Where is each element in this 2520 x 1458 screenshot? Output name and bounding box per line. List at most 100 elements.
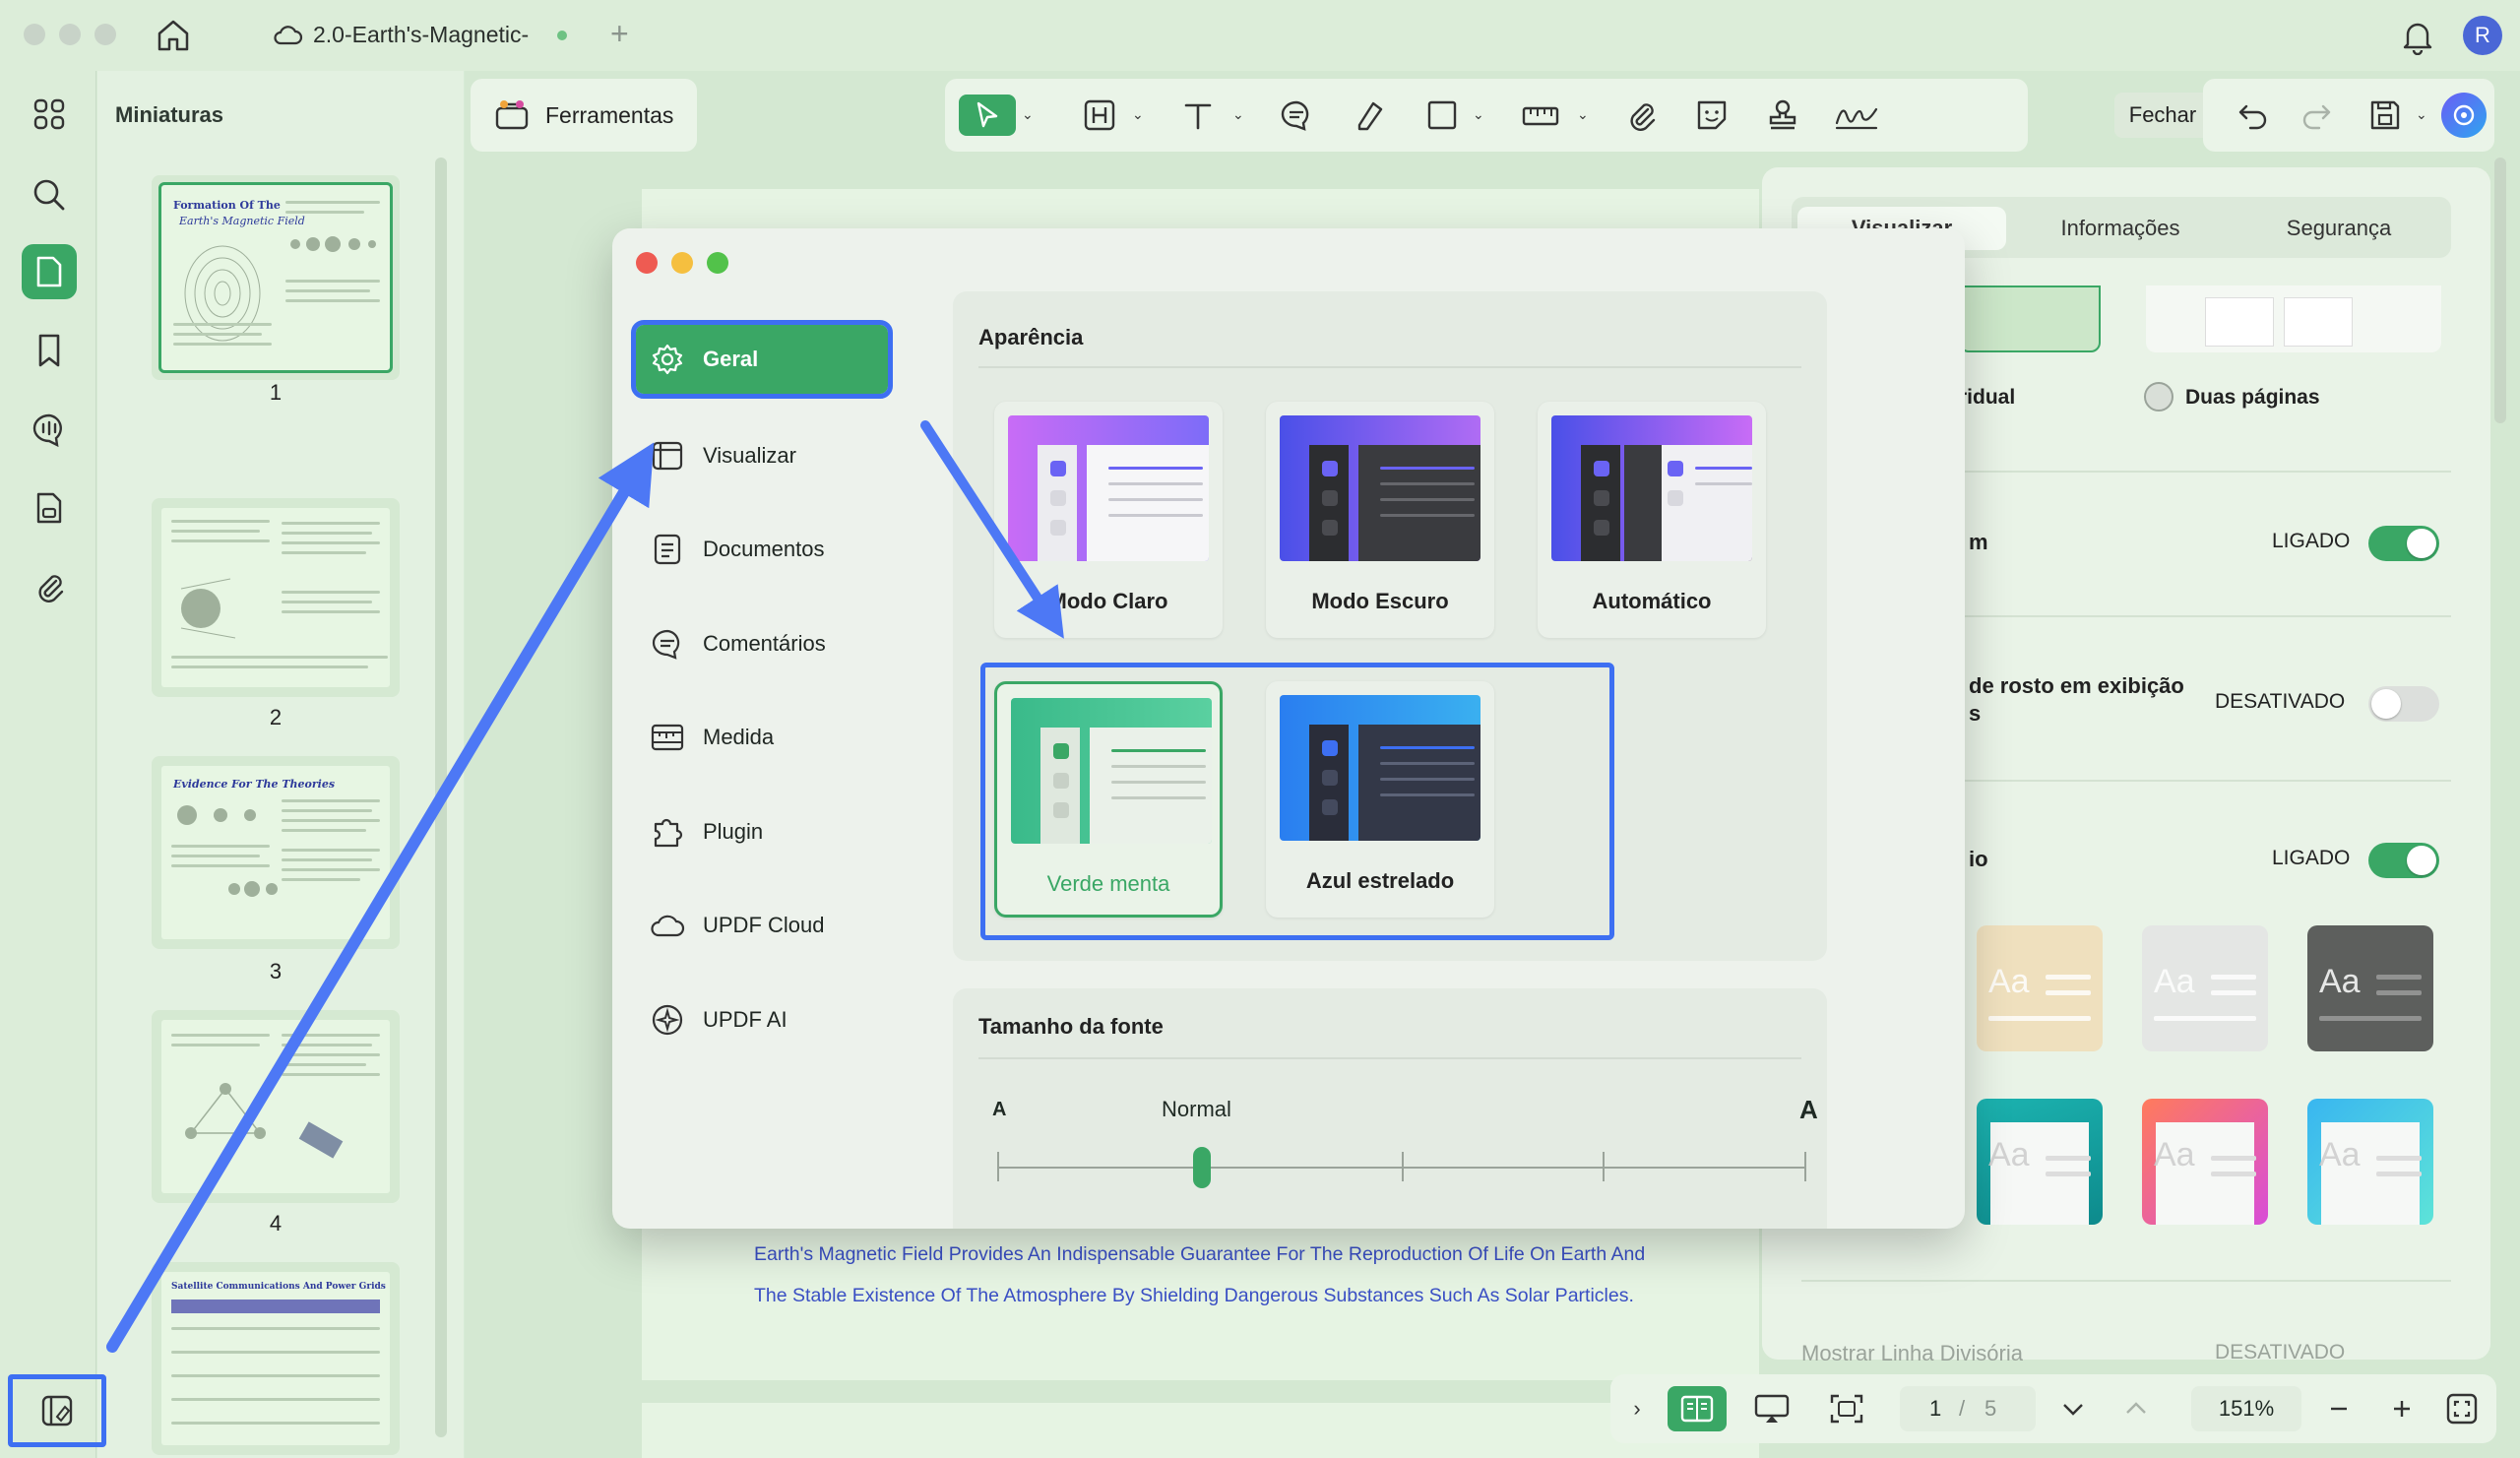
background-swatch-cream[interactable]: Aa (1977, 925, 2103, 1051)
font-size-current-label: Normal (1162, 1097, 1231, 1121)
thumbnails-icon[interactable] (22, 244, 77, 299)
nav-documentos[interactable]: Documentos (636, 515, 888, 584)
dialog-close-button[interactable] (636, 252, 658, 274)
grid-apps-icon[interactable] (22, 87, 77, 142)
two-pages-preview[interactable] (2146, 285, 2441, 352)
next-page-icon[interactable] (2051, 1386, 2095, 1431)
reading-mode-icon[interactable] (1668, 1386, 1727, 1431)
section-title: Tamanho da fonte (978, 1014, 1164, 1039)
chevron-down-icon[interactable]: ⌄ (1132, 106, 1144, 123)
thumbnail-page-4[interactable] (152, 1010, 400, 1203)
chevron-down-icon[interactable]: ⌄ (1232, 106, 1244, 123)
nav-label: Visualizar (703, 443, 796, 468)
chevron-down-icon[interactable]: ⌄ (1022, 106, 1034, 123)
background-swatch-dark[interactable]: Aa (2307, 925, 2433, 1051)
single-page-preview[interactable] (1959, 285, 2101, 352)
current-page[interactable]: 1 (1929, 1396, 1941, 1422)
background-swatch-sunset[interactable]: Aa (2142, 1099, 2268, 1225)
thumbnail-page-1[interactable]: Formation Of The Earth's Magnetic Field (152, 175, 400, 380)
comments-panel-icon[interactable] (22, 402, 77, 457)
bottom-nav-bar: › 1 / 5 151% (1610, 1374, 2496, 1443)
two-pages-label: Duas páginas (2185, 386, 2320, 409)
attachment-icon[interactable] (22, 559, 77, 614)
unsaved-indicator (557, 31, 567, 40)
chevron-down-icon[interactable]: ⌄ (1473, 106, 1484, 123)
background-swatch-gray[interactable]: Aa (2142, 925, 2268, 1051)
measure-tool-icon[interactable] (1520, 95, 1561, 136)
bookmark-icon[interactable] (22, 323, 77, 378)
window-minimize-button[interactable] (59, 24, 81, 45)
nav-plugin[interactable]: Plugin (636, 797, 888, 866)
nav-visualizar[interactable]: Visualizar (636, 421, 888, 490)
setting-row-state: LIGADO (2272, 847, 2351, 869)
bell-icon[interactable] (2400, 18, 2435, 55)
dialog-zoom-button[interactable] (707, 252, 728, 274)
zoom-in-icon[interactable] (2380, 1386, 2424, 1431)
nav-updf-ai[interactable]: UPDF AI (636, 985, 888, 1054)
properties-scrollbar[interactable] (2494, 158, 2506, 423)
pages-icon[interactable] (22, 480, 77, 536)
two-pages-radio[interactable] (2144, 382, 2174, 412)
toggle-switch[interactable] (2368, 843, 2439, 878)
comment-tool-icon[interactable] (1276, 95, 1317, 136)
chevron-right-icon[interactable]: › (1620, 1386, 1654, 1431)
toggle-switch[interactable] (2368, 526, 2439, 561)
text-tool-icon[interactable] (1177, 95, 1219, 136)
sticker-tool-icon[interactable] (1691, 95, 1732, 136)
tab-seguranca[interactable]: Segurança (2235, 207, 2443, 250)
nav-geral[interactable]: Geral (631, 320, 893, 399)
zoom-level[interactable]: 151% (2191, 1386, 2301, 1431)
thumbnail-number: 1 (269, 380, 283, 405)
sidebar-toggle-icon (39, 1393, 75, 1428)
home-icon[interactable] (154, 16, 193, 55)
dialog-minimize-button[interactable] (671, 252, 693, 274)
nav-medida[interactable]: Medida (636, 703, 888, 772)
nav-updf-cloud[interactable]: UPDF Cloud (636, 891, 888, 960)
save-icon[interactable] (2364, 95, 2406, 136)
toolbox-icon (494, 98, 530, 132)
font-size-slider-handle[interactable] (1193, 1147, 1211, 1188)
background-swatch-sky[interactable]: Aa (2307, 1099, 2433, 1225)
signature-tool-icon[interactable] (1831, 95, 1882, 136)
thumb-subtitle: Earth's Magnetic Field (179, 215, 305, 227)
nav-comentarios[interactable]: Comentários (636, 609, 888, 678)
fit-page-icon[interactable] (1819, 1386, 1874, 1431)
tools-button[interactable]: Ferramentas (471, 79, 697, 152)
fullscreen-icon[interactable] (2439, 1386, 2485, 1431)
theme-modo-claro[interactable]: Modo Claro (994, 402, 1223, 638)
highlighter-tool-icon[interactable] (1349, 95, 1390, 136)
previous-page-icon[interactable] (2114, 1386, 2158, 1431)
font-size-small-label: A (992, 1099, 1007, 1120)
thumbnail-page-5[interactable]: Satellite Communications And Power Grids (152, 1262, 400, 1455)
sidebar-toggle-button[interactable] (8, 1374, 106, 1447)
presentation-icon[interactable] (1744, 1386, 1799, 1431)
new-tab-button[interactable]: + (610, 16, 629, 52)
window-zoom-button[interactable] (94, 24, 116, 45)
document-tab-title[interactable]: 2.0-Earth's-Magnetic- (313, 22, 529, 48)
window-close-button[interactable] (24, 24, 45, 45)
undo-icon[interactable] (2233, 95, 2274, 136)
heading-tool-icon[interactable] (1079, 95, 1120, 136)
tab-informacoes[interactable]: Informações (2016, 207, 2225, 250)
select-tool-icon[interactable] (959, 95, 1016, 136)
updf-ai-icon[interactable] (2441, 93, 2487, 138)
background-swatch-teal[interactable]: Aa (1977, 1099, 2103, 1225)
attach-tool-icon[interactable] (1620, 95, 1662, 136)
chevron-down-icon[interactable]: ⌄ (2416, 106, 2427, 123)
chevron-down-icon[interactable]: ⌄ (1577, 106, 1589, 123)
thumbnail-page-3[interactable]: Evidence For The Theories (152, 756, 400, 949)
theme-automatico[interactable]: Automático (1538, 402, 1766, 638)
stamp-tool-icon[interactable] (1762, 95, 1803, 136)
thumbnails-scrollbar[interactable] (435, 158, 447, 1437)
thumbnail-page-2[interactable] (152, 498, 400, 697)
zoom-out-icon[interactable] (2317, 1386, 2361, 1431)
page-indicator[interactable]: 1 / 5 (1900, 1386, 2036, 1431)
thumbnail-number: 4 (269, 1211, 283, 1236)
theme-modo-escuro[interactable]: Modo Escuro (1266, 402, 1494, 638)
close-edit-button[interactable]: Fechar (2114, 93, 2211, 138)
shape-tool-icon[interactable] (1421, 95, 1463, 136)
toggle-switch[interactable] (2368, 686, 2439, 722)
redo-icon[interactable] (2296, 95, 2337, 136)
search-icon[interactable] (22, 167, 77, 222)
avatar[interactable]: R (2463, 16, 2502, 55)
